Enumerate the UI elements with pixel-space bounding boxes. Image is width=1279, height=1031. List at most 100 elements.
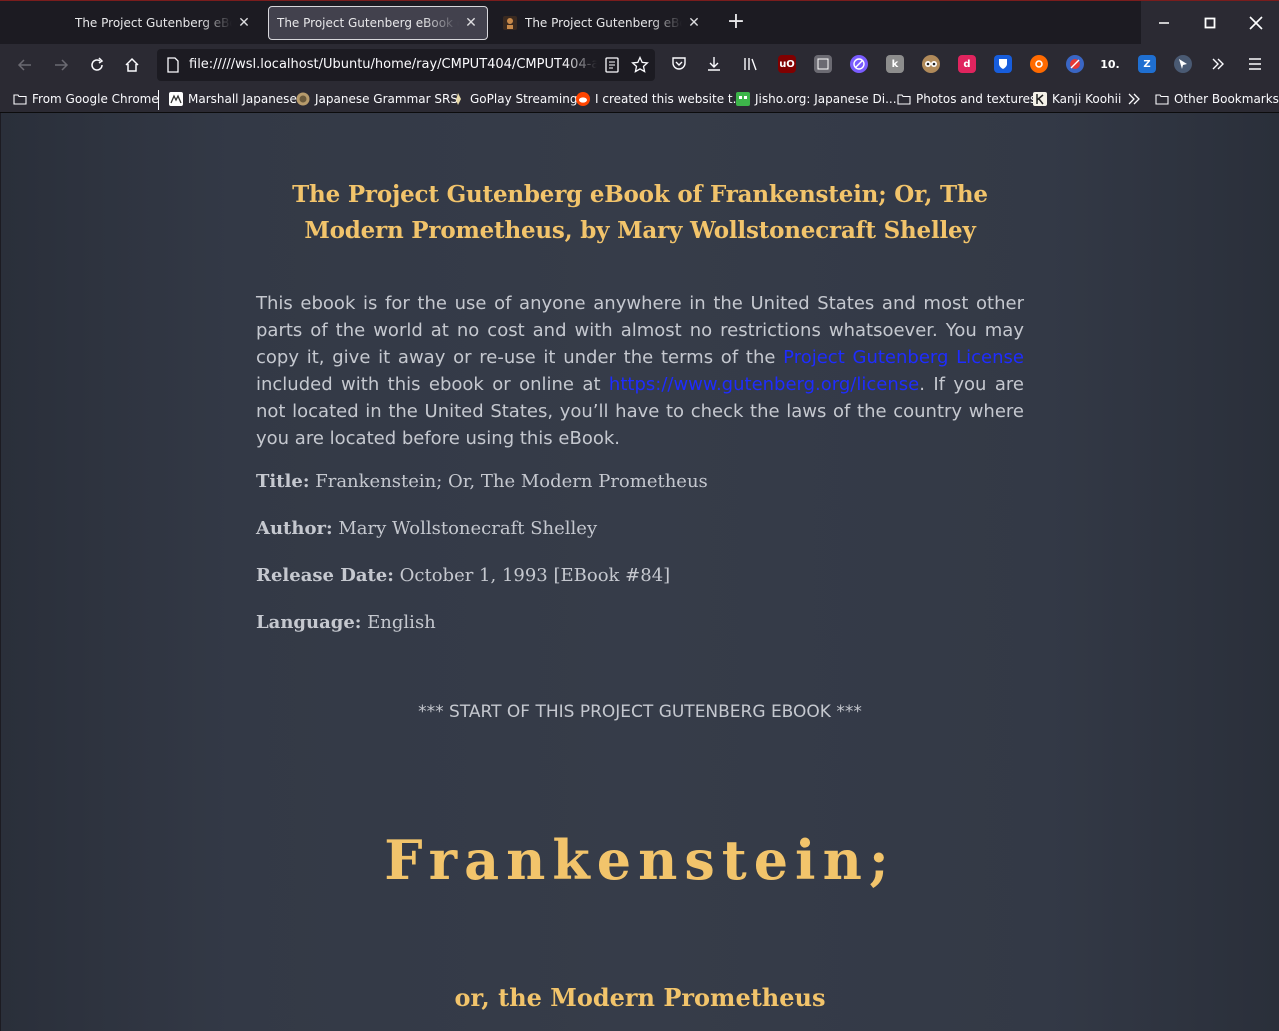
reader-view-icon[interactable] (603, 56, 621, 74)
blocker-icon[interactable] (850, 55, 868, 73)
bookmarks-overflow-button[interactable] (1127, 90, 1141, 108)
reader-extension-icon[interactable] (814, 55, 832, 73)
blank-page-icon (52, 15, 68, 31)
bookmark-japanese-grammar-srs[interactable]: Japanese Grammar SRS (296, 90, 458, 108)
bookmark-folder-other-bookmarks[interactable]: Other Bookmarks (1155, 90, 1279, 108)
folder-icon (1155, 94, 1169, 105)
z-extension-icon[interactable]: Z (1138, 55, 1156, 73)
address-bar[interactable]: file://///wsl.localhost/Ubuntu/home/ray/… (157, 49, 655, 81)
book-subtitle: or, the Modern Prometheus (454, 983, 826, 1012)
page-icon (167, 57, 179, 73)
red-block-icon[interactable] (1066, 55, 1084, 73)
orange-circle-icon[interactable] (1030, 55, 1048, 73)
more-tools-icon[interactable] (1209, 55, 1227, 73)
koohii-icon (1033, 92, 1047, 106)
minimize-icon (1159, 22, 1169, 24)
start-of-ebook-marker: *** START OF THIS PROJECT GUTENBERG EBOO… (418, 702, 862, 722)
hamburger-menu-icon[interactable] (1246, 55, 1264, 73)
tab-gutenberg-frankenstein[interactable]: The Project Gutenberg eBook of Frankenst… (268, 6, 488, 40)
bookmark-goplay-streaming[interactable]: GoPlay Streaming (451, 90, 577, 108)
bookmark-label: Other Bookmarks (1174, 92, 1279, 106)
folder-icon (897, 94, 911, 105)
project-gutenberg-license-link[interactable]: Project Gutenberg License (783, 347, 1024, 368)
bookmark-label: I created this website t... (595, 92, 745, 106)
folder-icon (13, 94, 27, 105)
book-title-heading: Frankenstein; (384, 828, 896, 892)
bookmark-label: GoPlay Streaming (470, 92, 578, 106)
jisho-icon (736, 92, 750, 106)
close-icon[interactable]: ✕ (236, 15, 252, 31)
page-viewport[interactable]: The Project Gutenberg eBook of Frankenst… (1, 113, 1279, 1031)
forward-button[interactable] (48, 52, 74, 78)
home-button[interactable] (119, 52, 145, 78)
bookmark-jisho[interactable]: Jisho.org: Japanese Di... (736, 90, 897, 108)
meta-value: English (367, 612, 436, 633)
meta-title: Title: Frankenstein; Or, The Modern Prom… (256, 471, 1024, 492)
ten-icon[interactable]: 10. (1100, 55, 1120, 73)
cursor-extension-icon[interactable] (1174, 55, 1192, 73)
tab-strip: The Project Gutenberg eBook of The ✕ The… (0, 0, 1279, 45)
d-extension-icon[interactable]: d (958, 55, 976, 73)
owl-icon[interactable] (922, 55, 940, 73)
intro-text: included with this ebook or online at (256, 374, 609, 395)
bookmark-label: Photos and textures (916, 92, 1037, 106)
close-icon (1249, 16, 1263, 30)
tab-title: The Project Gutenberg eBook of (525, 16, 682, 30)
bookmark-folder-from-google-chrome[interactable]: From Google Chrome (13, 90, 159, 108)
arrow-right-icon (55, 59, 69, 71)
home-icon (125, 57, 139, 72)
bookmark-star-icon[interactable] (631, 56, 649, 74)
chevron-double-right-icon (1128, 93, 1140, 105)
kanji-k-icon[interactable]: k (886, 55, 904, 73)
bookmarks-separator (158, 90, 159, 110)
navigation-toolbar: file://///wsl.localhost/Ubuntu/home/ray/… (0, 44, 1279, 86)
bookmarks-toolbar: From Google Chrome Marshall Japanese Jap… (0, 86, 1279, 113)
reload-icon (91, 57, 104, 71)
close-icon[interactable]: ✕ (463, 15, 479, 31)
arrow-left-icon (17, 59, 31, 71)
license-intro: This ebook is for the use of anyone anyw… (256, 290, 1024, 452)
close-icon[interactable]: ✕ (686, 15, 702, 31)
meta-author: Author: Mary Wollstonecraft Shelley (256, 518, 1024, 539)
bookmark-folder-photos-and-textures[interactable]: Photos and textures (897, 90, 1036, 108)
maximize-icon (1204, 17, 1216, 29)
bookmark-kanji-koohii[interactable]: Kanji Koohii (1033, 90, 1121, 108)
bookmark-label: From Google Chrome (32, 92, 159, 106)
pocket-icon[interactable] (670, 55, 688, 73)
meta-value: Mary Wollstonecraft Shelley (338, 518, 598, 539)
library-icon[interactable] (742, 55, 760, 73)
meta-label: Title: (256, 471, 310, 492)
meta-value: Frankenstein; Or, The Modern Prometheus (315, 471, 708, 492)
bookmark-marshall-japanese[interactable]: Marshall Japanese (169, 90, 297, 108)
tab-title: The Project Gutenberg eBook of Frankenst… (277, 16, 459, 30)
bookmark-reddit-post[interactable]: I created this website t... (576, 90, 744, 108)
meta-language: Language: English (256, 612, 1024, 633)
gutenberg-favicon-icon (503, 16, 517, 30)
ublock-origin-icon[interactable]: uO (778, 55, 796, 73)
bookmark-label: Marshall Japanese (188, 92, 297, 106)
marshall-icon (169, 92, 183, 106)
maximize-window-button[interactable] (1187, 1, 1233, 45)
reddit-icon (576, 92, 590, 106)
close-window-button[interactable] (1233, 1, 1279, 45)
meta-release-date: Release Date: October 1, 1993 [EBook #84… (256, 565, 1024, 586)
bookmark-label: Kanji Koohii (1052, 92, 1122, 106)
license-url-link[interactable]: https://www.gutenberg.org/license (609, 374, 919, 395)
goplay-icon (456, 93, 461, 105)
tab-title: The Project Gutenberg eBook of The (75, 16, 232, 30)
url-text[interactable]: file://///wsl.localhost/Ubuntu/home/ray/… (189, 57, 597, 72)
bookmark-label: Japanese Grammar SRS (315, 92, 458, 106)
tab-gutenberg-1[interactable]: The Project Gutenberg eBook of The ✕ (44, 6, 260, 40)
meta-label: Author: (256, 518, 333, 539)
minimize-window-button[interactable] (1141, 1, 1187, 45)
new-tab-button[interactable]: + (724, 11, 748, 35)
meta-label: Release Date: (256, 565, 394, 586)
bunpro-icon (296, 92, 310, 106)
reload-button[interactable] (84, 52, 110, 78)
tab-gutenberg-3[interactable]: The Project Gutenberg eBook of ✕ (494, 6, 710, 40)
bitwarden-icon[interactable] (994, 55, 1012, 73)
meta-value: October 1, 1993 [EBook #84] (399, 565, 671, 586)
back-button[interactable] (12, 52, 38, 78)
download-icon[interactable] (705, 55, 723, 73)
page-title: The Project Gutenberg eBook of Frankenst… (292, 181, 988, 244)
